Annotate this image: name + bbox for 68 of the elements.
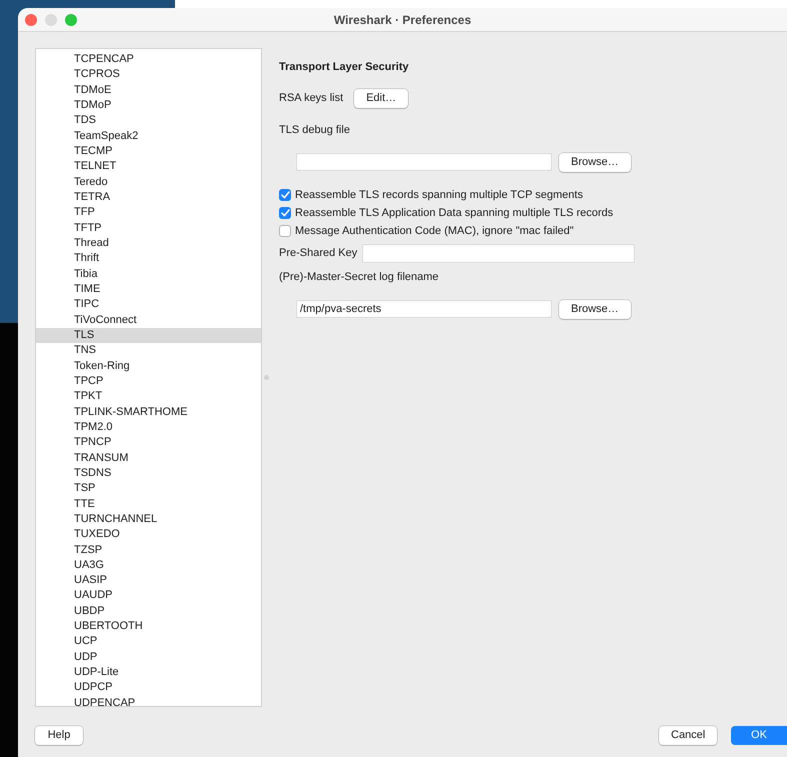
protocol-item[interactable]: TECMP xyxy=(36,144,261,160)
checkbox[interactable] xyxy=(279,207,291,219)
protocol-item[interactable]: TPNCP xyxy=(36,435,261,451)
zoom-icon[interactable] xyxy=(65,14,77,26)
help-button[interactable]: Help xyxy=(35,726,83,744)
protocol-item[interactable]: UAUDP xyxy=(36,588,261,604)
setting-label: TLS debug file xyxy=(279,124,350,136)
protocol-item[interactable]: TUXEDO xyxy=(36,527,261,542)
protocol-item[interactable]: UDPENCAP xyxy=(36,696,261,706)
protocol-item[interactable]: TETRA xyxy=(36,190,261,206)
checkbox[interactable] xyxy=(279,189,291,201)
protocol-item[interactable]: TiVoConnect xyxy=(36,312,261,328)
protocol-item[interactable]: Thread xyxy=(36,236,261,252)
splitter-handle[interactable] xyxy=(264,375,269,380)
protocol-item[interactable]: TCPROS xyxy=(36,67,261,83)
protocol-item[interactable]: TNS xyxy=(36,343,261,359)
protocol-item[interactable]: TURNCHANNEL xyxy=(36,512,261,528)
setting-label: Pre-Shared Key xyxy=(279,247,358,259)
protocol-item[interactable]: TELNET xyxy=(36,159,261,175)
text-field[interactable] xyxy=(363,244,634,262)
protocol-item[interactable]: TFTP xyxy=(36,220,261,236)
protocol-item[interactable]: TPCP xyxy=(36,374,261,390)
checkbox-label: Message Authentication Code (MAC), ignore "mac failed" xyxy=(295,225,574,237)
edit-button[interactable]: Edit… xyxy=(354,88,408,108)
close-icon[interactable] xyxy=(25,14,37,26)
checkbox-label: Reassemble TLS Application Data spanning multiple TLS records xyxy=(295,207,614,219)
protocol-item[interactable]: UDP-Lite xyxy=(36,665,261,680)
protocol-item[interactable]: TPM2.0 xyxy=(36,420,261,436)
protocol-item[interactable]: Teredo xyxy=(36,174,261,190)
browse-button[interactable]: Browse… xyxy=(559,152,631,172)
checkbox-label: Reassemble TLS records spanning multiple TCP segments xyxy=(295,189,583,201)
protocol-item[interactable]: TPKT xyxy=(36,389,261,405)
protocol-item[interactable]: TRANSUM xyxy=(36,450,261,466)
protocol-item[interactable]: UDPCP xyxy=(36,680,261,696)
protocol-item[interactable]: TCPENCAP xyxy=(36,52,261,68)
protocol-item[interactable]: Thrift xyxy=(36,251,261,267)
protocol-item[interactable]: TDS xyxy=(36,113,261,129)
cancel-button[interactable]: Cancel xyxy=(659,726,717,744)
protocol-item[interactable]: UASIP xyxy=(36,573,261,588)
window-title: Wireshark · Preferences xyxy=(334,12,472,26)
section-title: Transport Layer Security xyxy=(279,60,410,74)
protocol-item[interactable]: TDMoE xyxy=(36,82,261,98)
protocol-item[interactable]: TZSP xyxy=(36,542,261,558)
protocol-item[interactable]: UBERTOOTH xyxy=(36,619,261,634)
protocol-item[interactable]: Tibia xyxy=(36,266,261,282)
protocol-item[interactable]: Token-Ring xyxy=(36,358,261,374)
browse-button[interactable]: Browse… xyxy=(559,300,631,318)
protocol-item[interactable]: TFP xyxy=(36,205,261,221)
file-field[interactable]: /tmp/pva-secrets xyxy=(297,301,551,317)
protocol-item[interactable]: TSP xyxy=(36,481,261,497)
setting-label: RSA keys list xyxy=(279,92,344,104)
protocol-item[interactable]: TLS xyxy=(36,328,261,344)
protocol-item[interactable]: TTE xyxy=(36,496,261,512)
minimize-icon[interactable] xyxy=(45,14,57,26)
protocol-item[interactable]: TSDNS xyxy=(36,466,261,482)
protocol-item[interactable]: UA3G xyxy=(36,558,261,574)
protocol-item[interactable]: TIPC xyxy=(36,297,261,313)
ok-button[interactable]: OK xyxy=(731,726,787,744)
protocol-item[interactable]: TDMoP xyxy=(36,98,261,114)
protocol-item[interactable]: TIME xyxy=(36,282,261,298)
checkbox[interactable] xyxy=(279,225,291,237)
protocol-item[interactable]: TeamSpeak2 xyxy=(36,128,261,144)
setting-label: (Pre)-Master-Secret log filename xyxy=(279,271,439,283)
protocol-item[interactable]: UDP xyxy=(36,650,261,666)
protocol-item[interactable]: UBDP xyxy=(36,604,261,620)
protocol-item[interactable]: UCP xyxy=(36,634,261,650)
protocol-item[interactable]: TPLINK-SMARTHOME xyxy=(36,404,261,420)
file-field[interactable] xyxy=(297,154,551,170)
